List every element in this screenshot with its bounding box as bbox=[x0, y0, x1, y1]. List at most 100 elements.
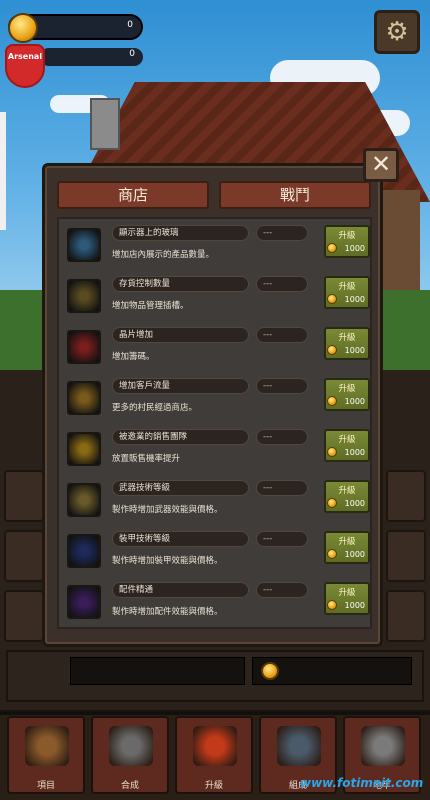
heart-icon bbox=[67, 330, 101, 364]
upgrade-button-label: 升級 bbox=[338, 333, 356, 343]
coin-icon bbox=[327, 498, 337, 508]
upgrade-popup: 商店 戰鬥 顯示器上的玻璃 --- 增加店內展示的產品數量。 升級 1000 存貨控制數量… bbox=[42, 163, 383, 647]
upgrade-button[interactable]: 升級 1000 bbox=[324, 582, 370, 615]
nav-label: 合成 bbox=[120, 781, 139, 791]
upgrade-row: 增加客戶流量 --- 更多的村民經過商店。 升級 1000 bbox=[64, 378, 370, 424]
chimney bbox=[90, 98, 120, 150]
gear-icon[interactable]: ⚙ bbox=[374, 10, 420, 54]
team-value: 0 bbox=[129, 49, 135, 59]
background-slot bbox=[4, 470, 44, 522]
upgrade-button-label: 升級 bbox=[338, 384, 356, 394]
upgrade-cost: 1000 bbox=[344, 550, 365, 559]
helmet-icon bbox=[277, 726, 321, 766]
tab-battle[interactable]: 戰鬥 bbox=[219, 181, 371, 209]
nav-item-fire[interactable]: 升級 bbox=[175, 716, 253, 794]
upgrade-name: 晶片增加 bbox=[112, 327, 249, 343]
upgrade-cost: 1000 bbox=[344, 397, 365, 406]
coin-icon bbox=[261, 662, 279, 680]
upgrade-description: 製作時增加武器效能與價格。 bbox=[112, 505, 223, 515]
upgrade-description: 製作時增加裝甲效能與價格。 bbox=[112, 556, 223, 566]
upgrade-row: 配件精通 --- 製作時增加配件效能與價格。 升級 1000 bbox=[64, 582, 370, 628]
skull-icon bbox=[361, 726, 405, 766]
arsenal-badge-icon[interactable]: Arsenal bbox=[5, 44, 45, 88]
upgrade-name: 被邀業的銷售團隊 bbox=[112, 429, 249, 445]
sword-icon bbox=[67, 483, 101, 517]
upgrade-name: 增加客戶流量 bbox=[112, 378, 249, 394]
upgrade-button[interactable]: 升級 1000 bbox=[324, 378, 370, 411]
coin-icon bbox=[8, 13, 38, 43]
upgrade-level: --- bbox=[256, 531, 308, 547]
upgrade-cost: 1000 bbox=[344, 295, 365, 304]
coin-icon bbox=[327, 294, 337, 304]
upgrade-cost: 1000 bbox=[344, 346, 365, 355]
upgrade-button[interactable]: 升級 1000 bbox=[324, 480, 370, 513]
upgrade-description: 放置販售機率提升 bbox=[112, 454, 181, 464]
upgrade-description: 製作時增加配件效能與價格。 bbox=[112, 607, 223, 617]
background-slot bbox=[386, 530, 426, 582]
shield-icon bbox=[67, 534, 101, 568]
fire-icon bbox=[193, 726, 237, 766]
upgrade-level: --- bbox=[256, 276, 308, 292]
upgrade-name: 裝甲技術等級 bbox=[112, 531, 249, 547]
tab-shop[interactable]: 商店 bbox=[57, 181, 209, 209]
upgrade-level: --- bbox=[256, 429, 308, 445]
edge-handle[interactable] bbox=[0, 112, 6, 230]
upgrade-button-label: 升級 bbox=[338, 231, 356, 241]
gold-info-box bbox=[252, 657, 412, 685]
upgrade-cost: 1000 bbox=[344, 601, 365, 610]
upgrade-button[interactable]: 升級 1000 bbox=[324, 276, 370, 309]
upgrade-description: 更多的村民經過商店。 bbox=[112, 403, 198, 413]
upgrade-button-label: 升級 bbox=[338, 588, 356, 598]
background-slot bbox=[4, 590, 44, 642]
upgrade-button-label: 升級 bbox=[338, 537, 356, 547]
coin-value: 0 bbox=[127, 20, 133, 30]
upgrade-name: 配件精通 bbox=[112, 582, 249, 598]
upgrade-name: 武器技術等級 bbox=[112, 480, 249, 496]
upgrade-button[interactable]: 升級 1000 bbox=[324, 531, 370, 564]
close-icon[interactable]: ✕ bbox=[363, 148, 399, 182]
upgrade-level: --- bbox=[256, 378, 308, 394]
team-counter: 0 bbox=[40, 48, 143, 66]
upgrade-level: --- bbox=[256, 225, 308, 241]
nav-item-hammer[interactable]: 合成 bbox=[91, 716, 169, 794]
upgrade-row: 被邀業的銷售團隊 --- 放置販售機率提升 升級 1000 bbox=[64, 429, 370, 475]
badge-label: Arsenal bbox=[7, 52, 43, 61]
chest-icon bbox=[25, 726, 69, 766]
nav-item-chest[interactable]: 項目 bbox=[7, 716, 85, 794]
bag-icon bbox=[67, 279, 101, 313]
upgrade-button[interactable]: 升級 1000 bbox=[324, 429, 370, 462]
upgrade-name: 存貨控制數量 bbox=[112, 276, 249, 292]
upgrade-list[interactable]: 顯示器上的玻璃 --- 增加店內展示的產品數量。 升級 1000 存貨控制數量 --- 增加物… bbox=[57, 217, 372, 629]
nav-label: 升級 bbox=[204, 781, 223, 791]
coin-icon bbox=[327, 549, 337, 559]
upgrade-row: 存貨控制數量 --- 增加物品管理插槽。 升級 1000 bbox=[64, 276, 370, 322]
upgrade-button[interactable]: 升級 1000 bbox=[324, 327, 370, 360]
upgrade-button-label: 升級 bbox=[338, 282, 356, 292]
coin-icon bbox=[327, 345, 337, 355]
upgrade-cost: 1000 bbox=[344, 244, 365, 253]
coin-icon bbox=[327, 600, 337, 610]
upgrade-level: --- bbox=[256, 582, 308, 598]
spark-icon bbox=[67, 432, 101, 466]
background-slot bbox=[386, 590, 426, 642]
crowd-icon bbox=[67, 381, 101, 415]
upgrade-row: 晶片增加 --- 增加籌碼。 升級 1000 bbox=[64, 327, 370, 373]
accessory-icon bbox=[67, 585, 101, 619]
watermark: www.fotimeit.com bbox=[300, 776, 424, 790]
upgrade-description: 增加籌碼。 bbox=[112, 352, 155, 362]
upgrade-cost: 1000 bbox=[344, 499, 365, 508]
upgrade-description: 增加物品管理插槽。 bbox=[112, 301, 189, 311]
background-slot bbox=[4, 530, 44, 582]
upgrade-name: 顯示器上的玻璃 bbox=[112, 225, 249, 241]
hammer-icon bbox=[109, 726, 153, 766]
coin-counter: 0 bbox=[8, 13, 143, 43]
upgrade-description: 增加店內展示的產品數量。 bbox=[112, 250, 215, 260]
info-box bbox=[70, 657, 245, 685]
upgrade-button[interactable]: 升級 1000 bbox=[324, 225, 370, 258]
upgrade-cost: 1000 bbox=[344, 448, 365, 457]
coin-icon bbox=[327, 243, 337, 253]
upgrade-row: 武器技術等級 --- 製作時增加武器效能與價格。 升級 1000 bbox=[64, 480, 370, 526]
bubbles-icon bbox=[67, 228, 101, 262]
upgrade-row: 顯示器上的玻璃 --- 增加店內展示的產品數量。 升級 1000 bbox=[64, 225, 370, 271]
nav-label: 項目 bbox=[36, 781, 55, 791]
